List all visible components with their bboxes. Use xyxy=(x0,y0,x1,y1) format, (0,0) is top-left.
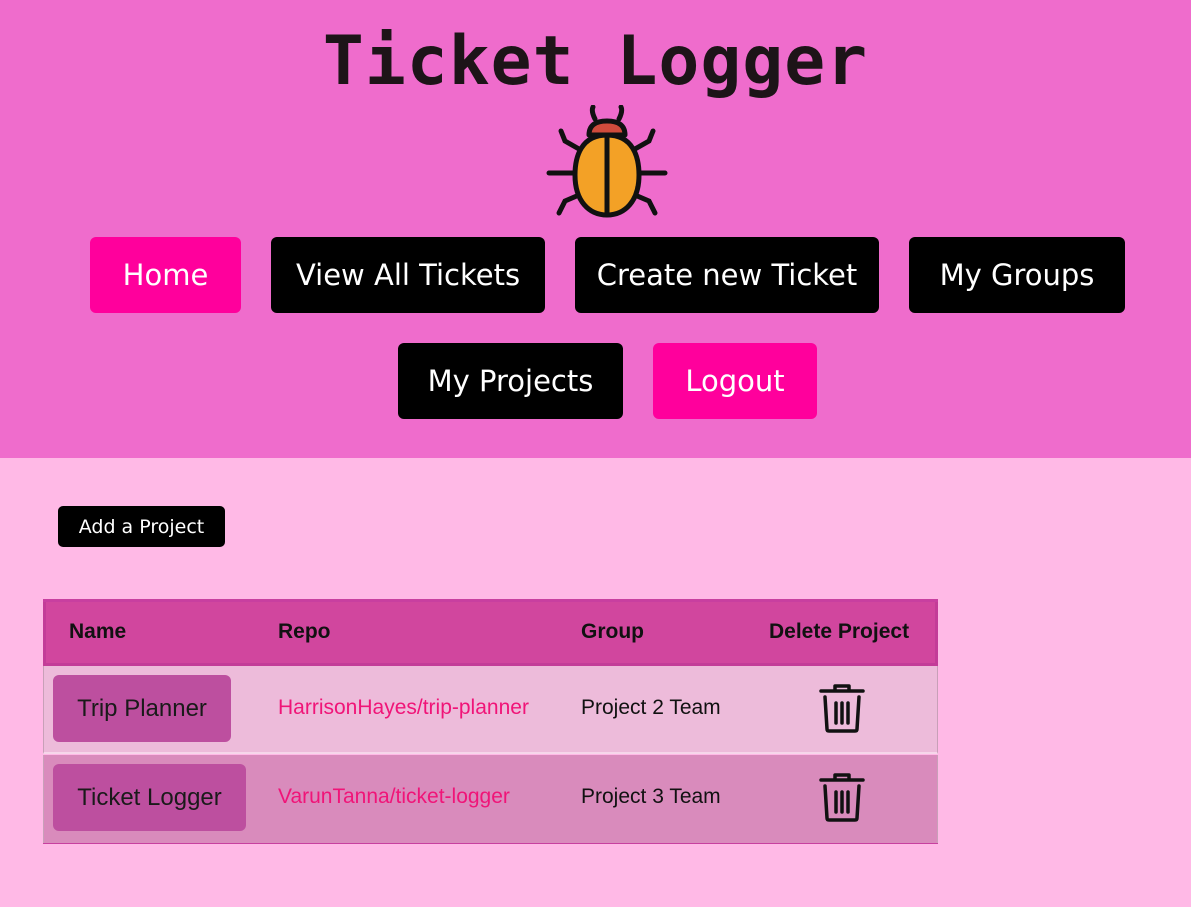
nav-home-button[interactable]: Home xyxy=(90,237,241,313)
project-name-button[interactable]: Ticket Logger xyxy=(53,764,246,831)
trash-icon[interactable] xyxy=(818,772,866,822)
add-project-button[interactable]: Add a Project xyxy=(58,506,225,547)
table-header: Name Repo Group Delete Project xyxy=(43,602,938,666)
table-row: Trip Planner HarrisonHayes/trip-planner … xyxy=(43,666,938,754)
group-cell: Project 3 Team xyxy=(581,785,721,808)
repo-link[interactable]: VarunTanna/ticket-logger xyxy=(278,785,510,809)
column-header-repo: Repo xyxy=(278,620,331,643)
bug-icon xyxy=(546,105,668,218)
header: Ticket Logger Home View All Tickets Crea… xyxy=(0,0,1191,458)
table-row: Ticket Logger VarunTanna/ticket-logger P… xyxy=(43,755,938,843)
column-header-group: Group xyxy=(581,620,644,643)
app-title: Ticket Logger xyxy=(322,22,869,101)
nav-my-projects-button[interactable]: My Projects xyxy=(398,343,623,419)
project-name-button[interactable]: Trip Planner xyxy=(53,675,231,742)
column-header-name: Name xyxy=(69,620,127,643)
column-header-delete: Delete Project xyxy=(769,620,910,643)
trash-icon[interactable] xyxy=(818,683,866,733)
nav-create-ticket-button[interactable]: Create new Ticket xyxy=(575,237,879,313)
repo-link[interactable]: HarrisonHayes/trip-planner xyxy=(278,696,529,720)
nav-view-all-tickets-button[interactable]: View All Tickets xyxy=(271,237,545,313)
nav-logout-button[interactable]: Logout xyxy=(653,343,817,419)
projects-table: Name Repo Group Delete Project Trip Plan… xyxy=(43,599,938,844)
group-cell: Project 2 Team xyxy=(581,696,721,719)
nav-my-groups-button[interactable]: My Groups xyxy=(909,237,1125,313)
